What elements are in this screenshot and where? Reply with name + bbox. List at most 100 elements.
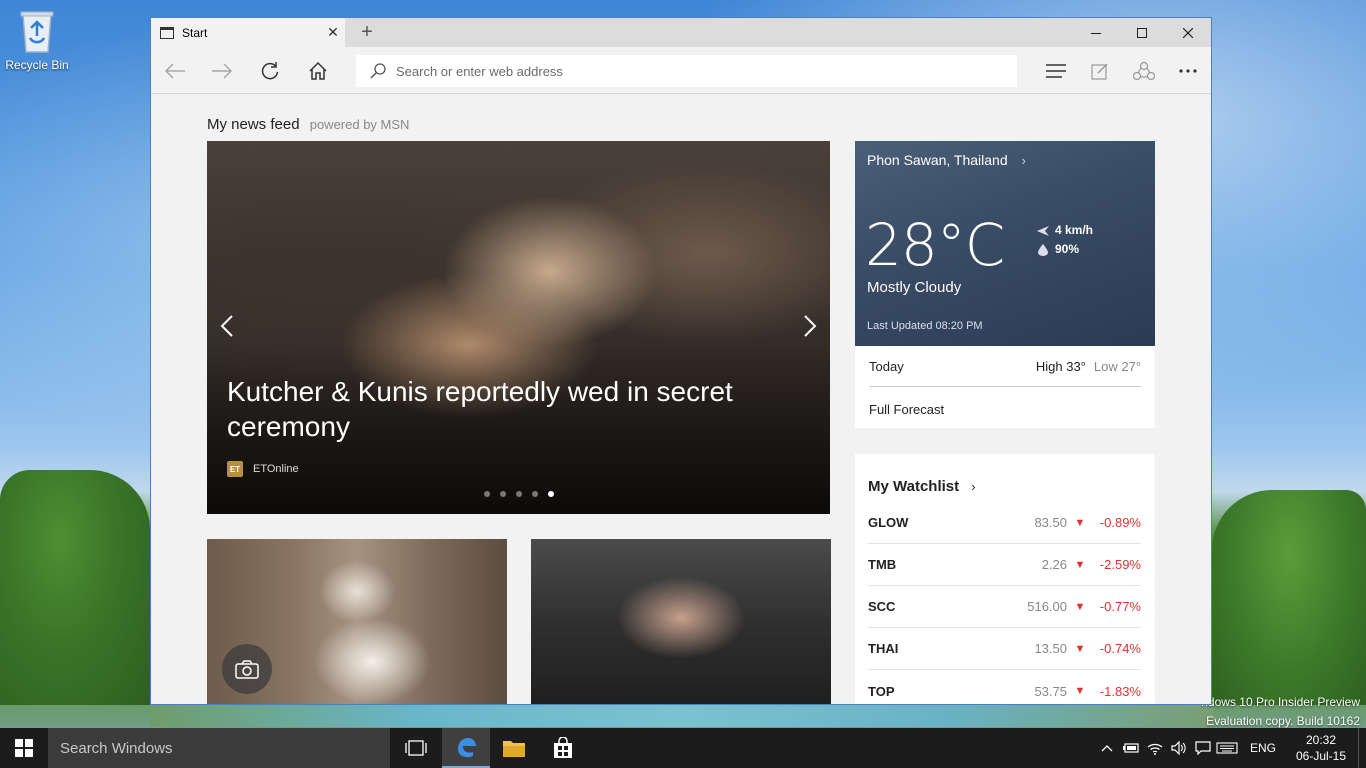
refresh-button[interactable]: [258, 59, 282, 83]
stock-row[interactable]: TMB 2.26 ▼ -2.59%: [868, 544, 1141, 586]
hero-headline[interactable]: Kutcher & Kunis reportedly wed in secret…: [227, 374, 787, 444]
carousel-dot[interactable]: [484, 491, 490, 497]
home-icon: [309, 61, 327, 80]
share-button[interactable]: [1132, 59, 1156, 83]
stock-row[interactable]: THAI 13.50 ▼ -0.74%: [868, 628, 1141, 670]
hero-news-carousel[interactable]: Kutcher & Kunis reportedly wed in secret…: [207, 141, 830, 514]
carousel-dot[interactable]: [532, 491, 538, 497]
news-card-royal-christening[interactable]: [207, 539, 507, 704]
navigation-bar: Search or enter web address: [151, 47, 1211, 94]
down-triangle-icon: ▼: [1074, 642, 1086, 655]
forecast-today-row: Today High 33° Low 27°: [869, 346, 1141, 387]
carousel-next-button[interactable]: [795, 311, 825, 341]
stock-price: 53.75: [1034, 683, 1067, 699]
refresh-icon: [261, 62, 279, 80]
input-language[interactable]: ENG: [1250, 741, 1276, 755]
carousel-dot-active[interactable]: [548, 491, 554, 497]
battery-icon[interactable]: [1120, 742, 1142, 754]
page-icon: [160, 26, 174, 39]
forecast-high: High 33°: [1035, 358, 1086, 374]
weather-location[interactable]: Phon Sawan, Thailand ›: [867, 152, 1026, 168]
store-taskbar-button[interactable]: [539, 728, 587, 768]
watchlist-title[interactable]: My Watchlist ›: [868, 478, 976, 495]
web-note-button[interactable]: [1088, 59, 1112, 83]
forward-button[interactable]: [210, 59, 234, 83]
edge-browser-window: Start ✕ + Search or enter web address My…: [150, 17, 1212, 705]
watchlist-title-text: My Watchlist: [868, 478, 960, 495]
back-button[interactable]: [163, 59, 187, 83]
weather-stats: 4 km/h 90%: [1037, 221, 1093, 259]
hero-source[interactable]: ET ETOnline: [227, 461, 299, 477]
action-center-icon[interactable]: [1192, 741, 1214, 755]
full-forecast-link[interactable]: Full Forecast: [869, 402, 944, 417]
edge-icon: [458, 738, 476, 758]
tab-start[interactable]: Start ✕: [151, 18, 345, 47]
more-actions-button[interactable]: [1176, 59, 1200, 83]
hub-button[interactable]: [1044, 59, 1068, 83]
etonline-logo-icon: ET: [227, 461, 243, 477]
close-window-button[interactable]: [1165, 18, 1211, 47]
taskbar-search[interactable]: Search Windows: [48, 728, 390, 768]
taskbar-clock[interactable]: 20:32 06-Jul-15: [1290, 732, 1352, 764]
address-placeholder: Search or enter web address: [396, 63, 563, 79]
share-icon: [1133, 61, 1155, 81]
weather-wind: 4 km/h: [1037, 221, 1093, 240]
weather-humidity-value: 90%: [1055, 242, 1080, 256]
wifi-icon[interactable]: [1144, 741, 1166, 755]
clock-time: 20:32: [1305, 733, 1337, 747]
chevron-up-icon[interactable]: [1096, 744, 1118, 752]
stock-change: -0.77%: [1099, 599, 1141, 614]
weather-condition: Mostly Cloudy: [867, 279, 962, 296]
minimize-icon: [1091, 32, 1101, 34]
chevron-right-icon: ›: [971, 479, 976, 494]
stock-row[interactable]: SCC 516.00 ▼ -0.77%: [868, 586, 1141, 628]
task-view-button[interactable]: [392, 728, 440, 768]
show-desktop-button[interactable]: [1358, 728, 1366, 768]
web-note-icon: [1091, 63, 1108, 80]
maximize-button[interactable]: [1119, 18, 1165, 47]
title-bar: Start ✕ +: [151, 18, 1211, 47]
weather-widget[interactable]: Phon Sawan, Thailand › 28°C 4 km/h 90% M…: [855, 141, 1155, 346]
maximize-icon: [1137, 27, 1147, 38]
file-explorer-taskbar-button[interactable]: [490, 728, 538, 768]
stock-symbol: THAI: [868, 641, 899, 656]
start-button[interactable]: [0, 728, 48, 768]
stock-row[interactable]: TOP 53.75 ▼ -1.83%: [868, 670, 1141, 704]
start-page-content: My news feed powered by MSN Kutcher & Ku…: [151, 94, 1211, 704]
desktop-wallpaper-trees-right: [1212, 490, 1366, 705]
stock-price: 2.26: [1041, 557, 1067, 572]
home-button[interactable]: [306, 59, 330, 83]
stock-change: -0.74%: [1099, 641, 1141, 656]
carousel-dot[interactable]: [500, 491, 506, 497]
wind-icon: [1037, 225, 1049, 236]
forecast-today-label: Today: [869, 358, 904, 374]
address-bar[interactable]: Search or enter web address: [356, 55, 1017, 87]
forecast-low: Low 27°: [1093, 358, 1141, 374]
new-tab-button[interactable]: +: [356, 21, 378, 43]
windows-watermark: ndows 10 Pro Insider Preview Evaluation …: [1201, 693, 1360, 731]
tab-title: Start: [182, 25, 208, 40]
weather-location-name: Phon Sawan, Thailand: [867, 152, 1008, 168]
stock-symbol: GLOW: [868, 515, 909, 530]
stock-price: 516.00: [1027, 599, 1067, 614]
more-icon: [1179, 69, 1197, 73]
tab-close-icon[interactable]: ✕: [325, 24, 341, 40]
keyboard-icon[interactable]: [1216, 742, 1238, 754]
stock-change: -2.59%: [1099, 557, 1141, 572]
recycle-bin-shortcut[interactable]: Recycle Bin: [4, 8, 70, 72]
task-view-icon: [405, 740, 427, 756]
carousel-dot[interactable]: [516, 491, 522, 497]
chevron-right-icon: [804, 315, 817, 337]
stock-row[interactable]: GLOW 83.50 ▼ -0.89%: [868, 502, 1141, 544]
stock-symbol: TOP: [868, 683, 895, 699]
volume-icon[interactable]: [1168, 741, 1190, 755]
carousel-prev-button[interactable]: [212, 311, 242, 341]
minimize-button[interactable]: [1073, 18, 1119, 47]
weather-temperature: 28°C: [865, 211, 1005, 279]
folder-icon: [503, 741, 525, 757]
desktop-wallpaper-fountain: [150, 705, 1214, 727]
humidity-drop-icon: [1038, 243, 1048, 256]
news-card-holding-hands[interactable]: [531, 539, 831, 704]
close-icon: [1183, 27, 1193, 38]
edge-taskbar-button[interactable]: [442, 728, 490, 768]
